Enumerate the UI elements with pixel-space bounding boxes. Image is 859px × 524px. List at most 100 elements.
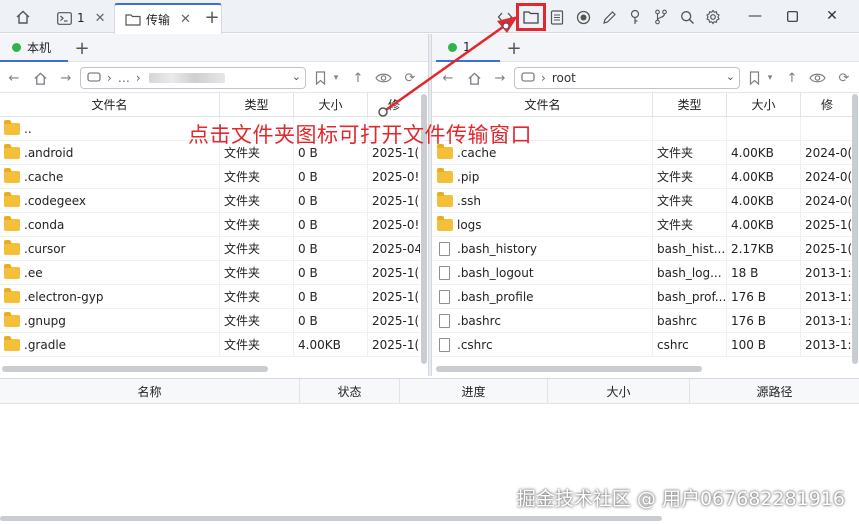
- file-modified-cell: 2025-1(: [805, 217, 853, 232]
- forward-icon[interactable]: →: [56, 67, 76, 89]
- right-vertical-scrollbar[interactable]: [852, 94, 858, 364]
- file-modified-cell: 2013-1:: [805, 337, 852, 352]
- table-row[interactable]: .bash_logout bash_log... 18 B 2013-1:: [433, 261, 853, 285]
- code-icon[interactable]: [492, 5, 518, 29]
- search-icon[interactable]: [674, 5, 700, 29]
- right-nav-bar: ← → › root ⌄ ▾ ↑ ⟳: [432, 63, 859, 93]
- table-row[interactable]: .cshrc cshrc 100 B 2013-1:: [433, 333, 853, 357]
- document-icon[interactable]: [544, 5, 570, 29]
- file-modified-cell: 2013-1:: [805, 313, 852, 328]
- add-session-button[interactable]: +: [70, 36, 94, 60]
- folder-icon: [4, 119, 20, 135]
- file-modified-cell: 2024-0(: [805, 169, 853, 184]
- column-header-modified[interactable]: 修: [801, 93, 853, 116]
- file-name-cell: .electron-gyp: [0, 285, 220, 308]
- right-file-rows: .cache 文件夹 4.00KB 2024-0(.pip 文件夹 4.00KB 2024-…: [433, 117, 853, 357]
- file-icon: [439, 241, 450, 256]
- file-name: .ee: [24, 265, 43, 280]
- git-branch-icon[interactable]: [648, 5, 674, 29]
- folder-icon: [4, 191, 20, 207]
- queue-column-size[interactable]: 大小: [548, 379, 690, 403]
- table-row[interactable]: .ssh 文件夹 4.00KB 2024-0(: [433, 189, 853, 213]
- tab-remote-label: 1: [463, 40, 471, 54]
- right-horizontal-scrollbar[interactable]: [436, 366, 702, 372]
- queue-column-name[interactable]: 名称: [0, 379, 300, 403]
- refresh-icon[interactable]: ⟳: [400, 67, 420, 89]
- eye-icon[interactable]: [373, 67, 393, 89]
- file-icon: [439, 265, 450, 280]
- close-icon[interactable]: ✕: [95, 11, 106, 26]
- column-header-type[interactable]: 类型: [653, 93, 727, 116]
- table-row[interactable]: .pip 文件夹 4.00KB 2024-0(: [433, 165, 853, 189]
- close-window-button[interactable]: ✕: [814, 5, 850, 27]
- tab-local[interactable]: 本机: [0, 34, 68, 62]
- file-type-cell: cshrc: [653, 333, 727, 356]
- table-row[interactable]: .electron-gyp 文件夹 0 B 2025-1(: [0, 285, 420, 309]
- table-row[interactable]: logs 文件夹 4.00KB 2025-1(: [433, 213, 853, 237]
- annotation-text: 点击文件夹图标可打开文件传输窗口: [188, 123, 532, 147]
- home-icon[interactable]: [10, 6, 36, 28]
- forward-icon[interactable]: →: [490, 67, 510, 89]
- eye-icon[interactable]: [807, 67, 827, 89]
- column-header-type[interactable]: 类型: [220, 93, 294, 116]
- column-header-size[interactable]: 大小: [727, 93, 801, 116]
- file-name-cell: .bashrc: [433, 309, 653, 332]
- table-row[interactable]: .conda 文件夹 0 B 2025-0!: [0, 213, 420, 237]
- column-header-size[interactable]: 大小: [294, 93, 368, 116]
- folder-icon: [4, 263, 20, 279]
- up-arrow-icon[interactable]: ↑: [348, 67, 368, 89]
- maximize-button[interactable]: [774, 5, 810, 27]
- add-tab-button[interactable]: +: [200, 6, 224, 28]
- pane-divider[interactable]: [428, 34, 432, 376]
- folder-icon[interactable]: [516, 3, 546, 31]
- chevron-down-icon[interactable]: ▾: [326, 67, 346, 89]
- chevron-down-icon[interactable]: ⌄: [726, 70, 735, 83]
- folder-icon: [4, 143, 20, 159]
- record-icon[interactable]: [570, 5, 596, 29]
- pencil-icon[interactable]: [596, 5, 622, 29]
- home-icon[interactable]: [30, 67, 50, 89]
- key-icon[interactable]: [622, 5, 648, 29]
- close-icon[interactable]: ✕: [180, 12, 191, 27]
- file-name: .ssh: [457, 193, 481, 208]
- chevron-down-icon[interactable]: ⌄: [292, 70, 301, 83]
- table-row[interactable]: .cursor 文件夹 0 B 2025-04: [0, 237, 420, 261]
- tab-terminal[interactable]: 1 ✕: [48, 3, 114, 33]
- left-path-input[interactable]: › … › ⌄: [80, 67, 306, 89]
- up-arrow-icon[interactable]: ↑: [782, 67, 802, 89]
- queue-column-status[interactable]: 状态: [300, 379, 400, 403]
- chevron-right-icon: ›: [107, 71, 112, 85]
- toolbar: [492, 3, 726, 31]
- queue-horizontal-scrollbar[interactable]: [0, 516, 662, 521]
- back-icon[interactable]: ←: [4, 67, 24, 89]
- table-row[interactable]: .codegeex 文件夹 0 B 2025-1(: [0, 189, 420, 213]
- table-row[interactable]: .bashrc bashrc 176 B 2013-1:: [433, 309, 853, 333]
- folder-icon: [437, 215, 453, 231]
- table-row[interactable]: .cache 文件夹 0 B 2025-0!: [0, 165, 420, 189]
- transfer-queue-header: 名称 状态 进度 大小 源路径: [0, 378, 859, 404]
- minimize-button[interactable]: —: [737, 5, 773, 27]
- column-header-modified[interactable]: 修: [368, 93, 420, 116]
- gear-icon[interactable]: [700, 5, 726, 29]
- table-row[interactable]: .gradle 文件夹 4.00KB 2025-1(: [0, 333, 420, 357]
- left-horizontal-scrollbar[interactable]: [2, 366, 268, 372]
- queue-column-progress[interactable]: 进度: [400, 379, 548, 403]
- file-size-cell: 0 B: [294, 237, 368, 260]
- file-type-cell: 文件夹: [653, 141, 727, 164]
- table-row[interactable]: .bash_history bash_hist... 2.17KB 2025-1(: [433, 237, 853, 261]
- home-icon[interactable]: [464, 67, 484, 89]
- column-header-name[interactable]: 文件名: [433, 93, 653, 116]
- table-row[interactable]: .bash_profile bash_prof... 176 B 2013-1:: [433, 285, 853, 309]
- back-icon[interactable]: ←: [438, 67, 458, 89]
- table-row[interactable]: .gnupg 文件夹 0 B 2025-1(: [0, 309, 420, 333]
- refresh-icon[interactable]: ⟳: [834, 67, 854, 89]
- table-row[interactable]: .ee 文件夹 0 B 2025-1(: [0, 261, 420, 285]
- file-name: .pip: [457, 169, 480, 184]
- add-session-button[interactable]: +: [502, 36, 526, 60]
- column-header-name[interactable]: 文件名: [0, 93, 220, 116]
- right-path-input[interactable]: › root ⌄: [514, 67, 740, 89]
- folder-icon: [437, 191, 453, 207]
- chevron-down-icon[interactable]: ▾: [760, 67, 780, 89]
- tab-remote[interactable]: 1: [436, 34, 500, 62]
- queue-column-source-path[interactable]: 源路径: [690, 379, 859, 403]
